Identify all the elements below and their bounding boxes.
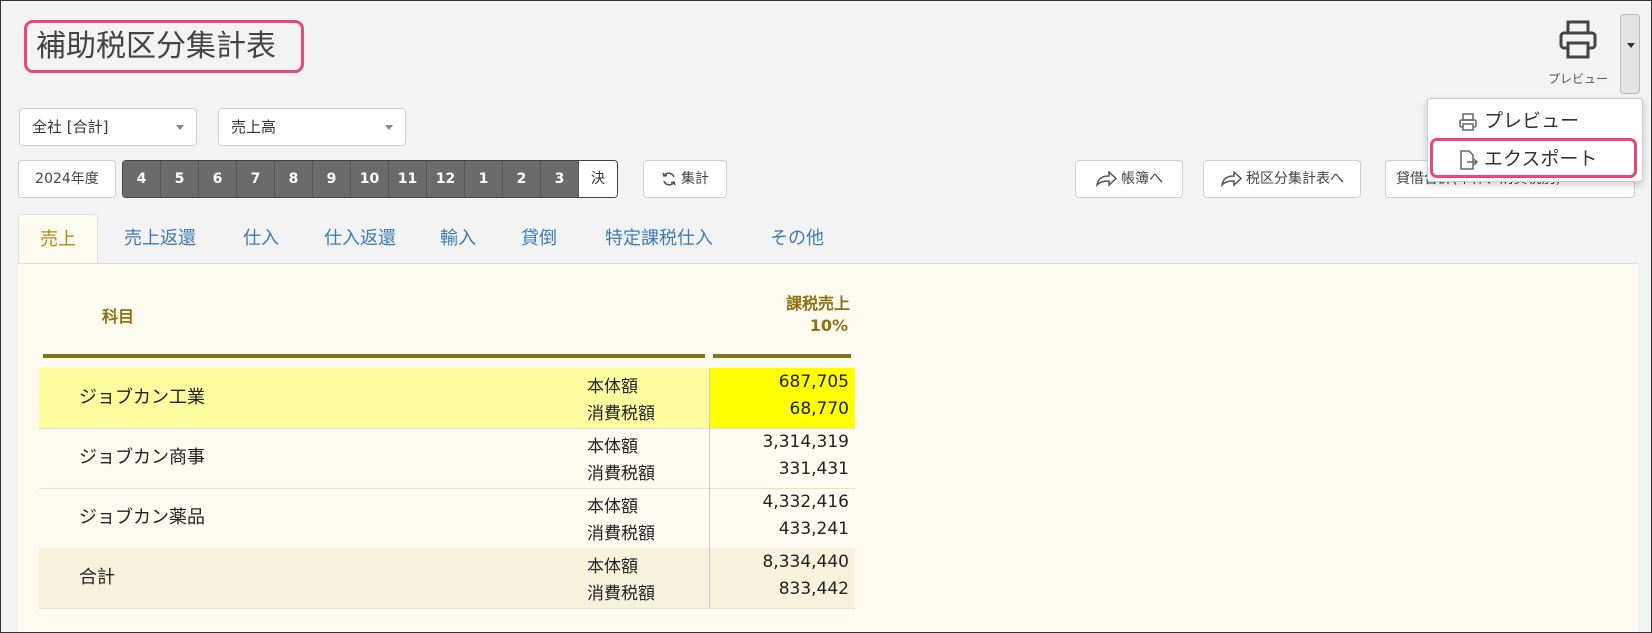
aggregate-button[interactable]: 集計 <box>643 160 727 198</box>
total-row: 合計 本体額消費税額 8,334,440 833,442 <box>39 548 855 609</box>
month-1[interactable]: 1 <box>465 161 503 197</box>
tab-4[interactable]: 輸入 <box>424 214 492 264</box>
month-5[interactable]: 5 <box>161 161 199 197</box>
tab-0[interactable]: 売上 <box>18 214 98 264</box>
chevron-down-icon <box>385 125 393 130</box>
value-base: 3,314,319 <box>762 432 849 452</box>
header-rule <box>43 354 705 358</box>
print-dropdown-toggle[interactable] <box>1620 14 1640 94</box>
fiscal-year-button[interactable]: 2024年度 <box>18 160 116 198</box>
column-header-rate: 10% <box>809 316 848 335</box>
print-label: プレビュー <box>1547 72 1608 86</box>
value-base: 8,334,440 <box>762 552 849 572</box>
value-base: 4,332,416 <box>762 492 849 512</box>
value-base: 687,705 <box>778 372 849 392</box>
share-arrow-icon <box>1220 171 1242 187</box>
tab-6[interactable]: 特定課税仕入 <box>588 214 730 264</box>
month-9[interactable]: 9 <box>313 161 351 197</box>
month-selector: 4 5 6 7 8 9 10 11 12 1 2 3 決 <box>122 160 618 198</box>
export-highlight <box>1430 138 1637 178</box>
month-2[interactable]: 2 <box>503 161 541 197</box>
row-name: ジョブカン商事 <box>79 447 205 468</box>
to-ledger-label: 帳簿へ <box>1121 171 1163 187</box>
printer-icon <box>1459 113 1477 131</box>
refresh-icon <box>662 172 676 186</box>
to-tax-summary-label: 税区分集計表へ <box>1246 171 1344 187</box>
header-rule <box>713 354 851 358</box>
month-11[interactable]: 11 <box>389 161 427 197</box>
month-10[interactable]: 10 <box>351 161 389 197</box>
label-base: 本体額 <box>587 377 638 397</box>
month-8[interactable]: 8 <box>275 161 313 197</box>
label-tax: 消費税額 <box>587 584 655 604</box>
label-base: 本体額 <box>587 497 638 517</box>
value-tax: 433,241 <box>778 519 849 539</box>
table-row: ジョブカン薬品 本体額消費税額 4,332,416 433,241 <box>39 488 855 549</box>
to-ledger-button[interactable]: 帳簿へ <box>1075 160 1183 198</box>
print-button[interactable]: プレビュー <box>1538 16 1618 88</box>
table-row: ジョブカン商事 本体額消費税額 3,314,319 331,431 <box>39 428 855 489</box>
row-name: 合計 <box>79 567 115 588</box>
label-base: 本体額 <box>587 437 638 457</box>
page-title: 補助税区分集計表 <box>24 20 304 73</box>
label-tax: 消費税額 <box>587 524 655 544</box>
caret-down-icon <box>1627 43 1635 48</box>
tab-5[interactable]: 貸倒 <box>504 214 574 264</box>
label-tax: 消費税額 <box>587 404 655 424</box>
column-header-subject: 科目 <box>102 307 135 326</box>
tab-1[interactable]: 売上返還 <box>104 214 216 264</box>
to-tax-summary-button[interactable]: 税区分集計表へ <box>1203 160 1361 198</box>
value-tax: 68,770 <box>789 399 849 419</box>
account-select-value: 売上高 <box>231 118 277 136</box>
company-select-value: 全社 [合計] <box>32 118 109 136</box>
month-4[interactable]: 4 <box>123 161 161 197</box>
tab-2[interactable]: 仕入 <box>230 214 292 264</box>
tab-3[interactable]: 仕入返還 <box>308 214 412 264</box>
label-tax: 消費税額 <box>587 464 655 484</box>
printer-icon <box>1559 20 1597 59</box>
menu-item-preview[interactable]: プレビュー <box>1428 103 1642 139</box>
value-tax: 833,442 <box>778 579 849 599</box>
share-arrow-icon <box>1095 171 1117 187</box>
row-name: ジョブカン工業 <box>79 387 205 408</box>
row-name: ジョブカン薬品 <box>79 507 205 528</box>
table-row: ジョブカン工業 本体額消費税額 687,705 68,770 <box>39 368 855 429</box>
month-3[interactable]: 3 <box>541 161 579 197</box>
value-cell: 3,314,319 331,431 <box>709 428 855 488</box>
month-6[interactable]: 6 <box>199 161 237 197</box>
company-select[interactable]: 全社 [合計] <box>19 108 197 146</box>
month-12[interactable]: 12 <box>427 161 465 197</box>
value-cell: 8,334,440 833,442 <box>709 548 855 608</box>
menu-item-preview-label: プレビュー <box>1484 110 1580 132</box>
tab-7[interactable]: その他 <box>758 214 836 264</box>
value-cell: 687,705 68,770 <box>709 368 855 428</box>
column-header-taxable-sales: 課税売上 <box>785 294 850 313</box>
account-select[interactable]: 売上高 <box>218 108 406 146</box>
value-cell: 4,332,416 433,241 <box>709 488 855 548</box>
label-base: 本体額 <box>587 557 638 577</box>
month-closing[interactable]: 決 <box>579 161 617 197</box>
aggregate-label: 集計 <box>681 171 709 187</box>
value-tax: 331,431 <box>778 459 849 479</box>
chevron-down-icon <box>176 125 184 130</box>
month-7[interactable]: 7 <box>237 161 275 197</box>
